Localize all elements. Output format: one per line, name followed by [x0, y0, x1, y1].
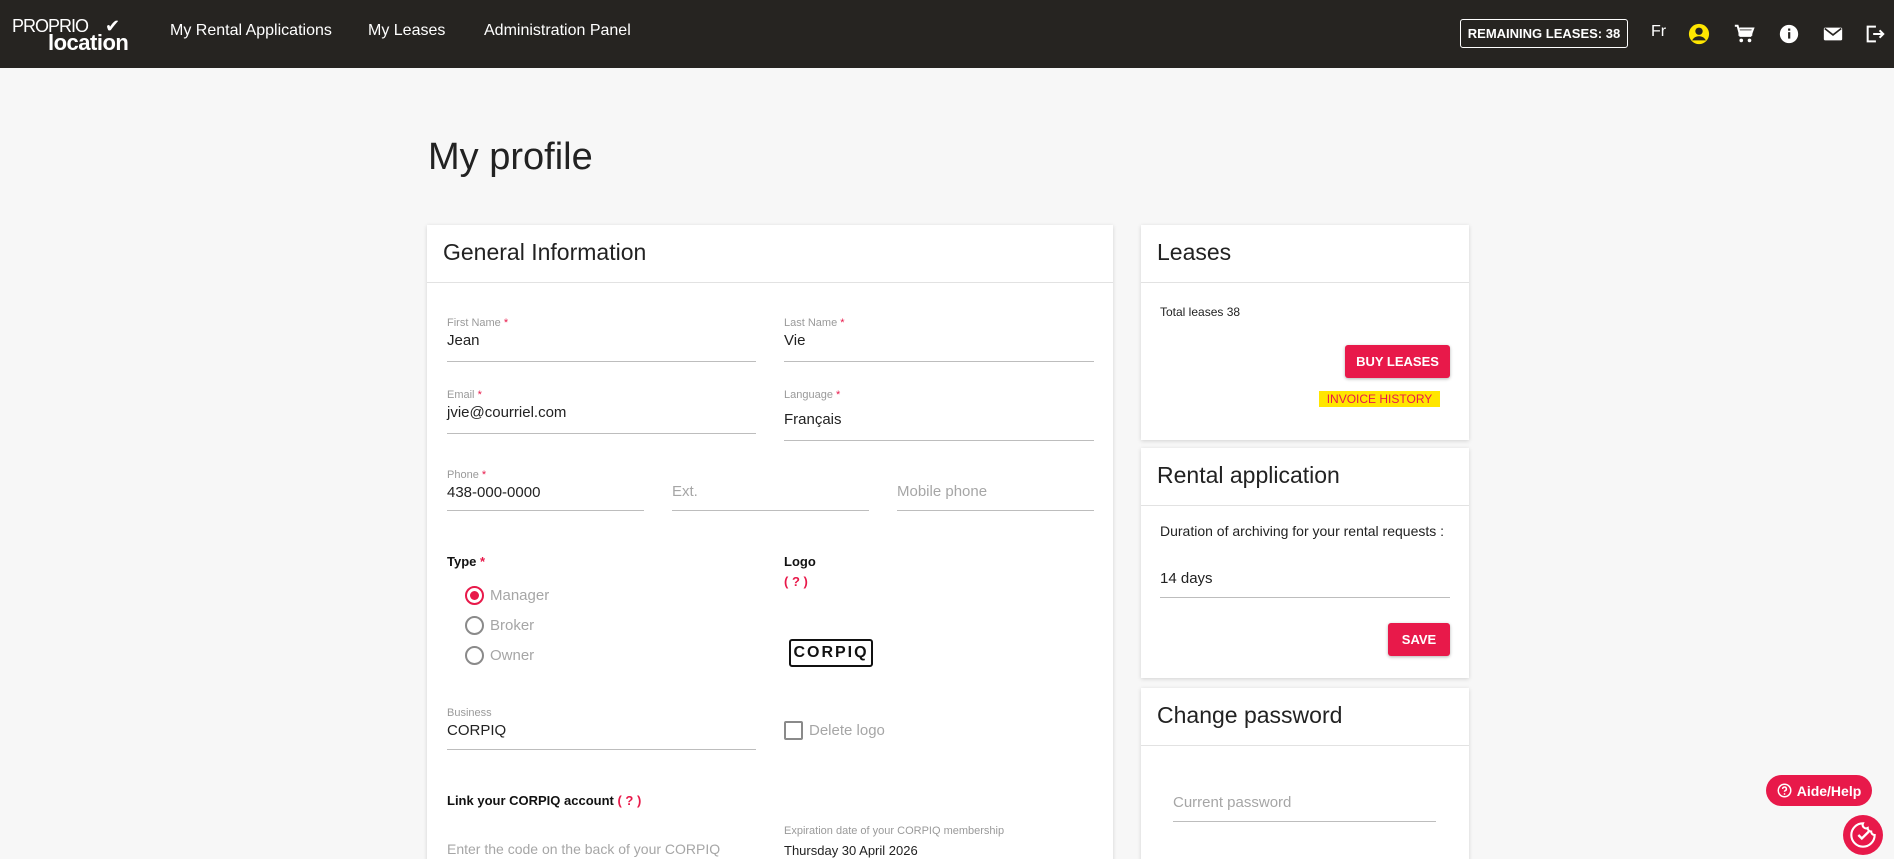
archiving-duration-value: 14 days [1160, 570, 1213, 587]
logo-line2: location [48, 30, 129, 55]
page-title: My profile [428, 136, 593, 178]
help-icon [1777, 783, 1792, 798]
top-navbar: PROPRIO ✔ location My Rental Application… [0, 0, 1894, 68]
last-name-label: Last Name [784, 317, 838, 329]
cookie-consent-icon[interactable] [1843, 815, 1883, 855]
radio-unchecked-icon [465, 646, 484, 665]
mobile-phone-field[interactable]: Mobile phone [897, 483, 1094, 511]
logo-label: Logo [784, 554, 816, 569]
first-name-label: First Name [447, 317, 501, 329]
help-label: Aide/Help [1796, 782, 1862, 799]
radio-broker[interactable]: Broker [465, 616, 534, 635]
type-label: Type * [447, 554, 485, 569]
nav-my-leases[interactable]: My Leases [368, 22, 445, 40]
phone-field[interactable]: Phone * 438-000-0000 [447, 469, 644, 511]
expiration-value: Thursday 30 April 2026 [784, 843, 918, 858]
link-corpiq-text: Link your CORPIQ account [447, 793, 614, 808]
logout-icon[interactable] [1863, 22, 1887, 46]
remaining-leases-button[interactable]: REMAINING LEASES: 38 [1460, 19, 1628, 48]
link-corpiq-label: Link your CORPIQ account ( ? ) [447, 793, 641, 808]
required-mark: * [836, 389, 841, 401]
business-label: Business [447, 707, 492, 719]
required-mark: * [481, 469, 487, 481]
language-select[interactable]: Language * Français [784, 389, 1094, 441]
expiration-label: Expiration date of your CORPIQ membershi… [784, 825, 1005, 837]
archiving-duration-label: Duration of archiving for your rental re… [1160, 523, 1445, 539]
total-leases-text: Total leases 38 [1160, 305, 1241, 319]
language-toggle[interactable]: Fr [1651, 23, 1666, 41]
corpiq-code-field[interactable]: Enter the code on the back of your CORPI… [447, 841, 756, 857]
archiving-duration-select[interactable]: 14 days [1160, 570, 1450, 598]
leases-title: Leases [1141, 225, 1469, 283]
last-name-field[interactable]: Last Name * Vie [784, 317, 1094, 362]
required-mark: * [477, 389, 482, 401]
business-value: CORPIQ [447, 722, 507, 739]
info-icon[interactable] [1777, 22, 1801, 46]
corpiq-logo-image: CORPIQ [789, 639, 873, 667]
link-corpiq-help[interactable]: ( ? ) [617, 793, 641, 808]
leases-card: Leases Total leases 38 BUY LEASES INVOIC… [1141, 225, 1469, 440]
change-password-card: Change password Current password [1141, 688, 1469, 859]
email-label: Email [447, 389, 475, 401]
business-field[interactable]: Business CORPIQ [447, 707, 756, 750]
corpiq-logo-text: CORPIQ [793, 644, 869, 661]
current-password-field[interactable]: Current password [1173, 794, 1436, 822]
ext-field[interactable]: Ext. [672, 483, 869, 511]
logo-help-link[interactable]: ( ? ) [784, 574, 808, 589]
radio-owner-label: Owner [490, 647, 535, 664]
rental-application-title: Rental application [1141, 448, 1469, 506]
cart-icon[interactable] [1732, 22, 1756, 46]
mail-icon[interactable] [1821, 22, 1845, 46]
current-password-placeholder: Current password [1173, 794, 1292, 811]
invoice-history-link[interactable]: INVOICE HISTORY [1319, 391, 1440, 407]
nav-administration-panel[interactable]: Administration Panel [484, 22, 631, 40]
proprio-location-logo[interactable]: PROPRIO ✔ location [12, 16, 132, 55]
rental-application-card: Rental application Duration of archiving… [1141, 448, 1469, 678]
save-button[interactable]: SAVE [1388, 623, 1450, 656]
email-field[interactable]: Email * jvie@courriel.com [447, 389, 756, 434]
first-name-value: Jean [447, 332, 480, 349]
language-label: Language [784, 389, 833, 401]
help-button[interactable]: Aide/Help [1766, 775, 1872, 806]
buy-leases-button[interactable]: BUY LEASES [1345, 345, 1450, 378]
account-icon[interactable] [1687, 22, 1711, 46]
checkbox-icon [784, 721, 803, 740]
required-mark: * [840, 317, 845, 329]
type-label-text: Type [447, 554, 477, 569]
radio-manager-label: Manager [490, 587, 550, 604]
corpiq-code-placeholder: Enter the code on the back of your CORPI… [447, 841, 721, 857]
ext-placeholder: Ext. [672, 483, 698, 500]
last-name-value: Vie [784, 332, 806, 349]
change-password-title: Change password [1141, 688, 1469, 746]
radio-manager[interactable]: Manager [465, 586, 549, 605]
delete-logo-checkbox[interactable]: Delete logo [784, 721, 885, 740]
phone-label: Phone [447, 469, 479, 481]
required-mark: * [480, 554, 486, 569]
general-information-card: General Information First Name * Jean La… [427, 225, 1113, 859]
language-value: Français [784, 411, 842, 428]
delete-logo-label: Delete logo [809, 722, 885, 739]
radio-checked-icon [465, 586, 484, 605]
phone-value: 438-000-0000 [447, 484, 541, 501]
first-name-field[interactable]: First Name * Jean [447, 317, 756, 362]
required-mark: * [503, 317, 509, 329]
mobile-phone-placeholder: Mobile phone [897, 483, 988, 500]
nav-my-rental-applications[interactable]: My Rental Applications [170, 22, 332, 40]
email-value: jvie@courriel.com [447, 404, 567, 421]
general-information-title: General Information [427, 225, 1113, 283]
expiration-field: Expiration date of your CORPIQ membershi… [784, 825, 1094, 859]
radio-owner[interactable]: Owner [465, 646, 534, 665]
radio-unchecked-icon [465, 616, 484, 635]
radio-broker-label: Broker [490, 617, 535, 634]
